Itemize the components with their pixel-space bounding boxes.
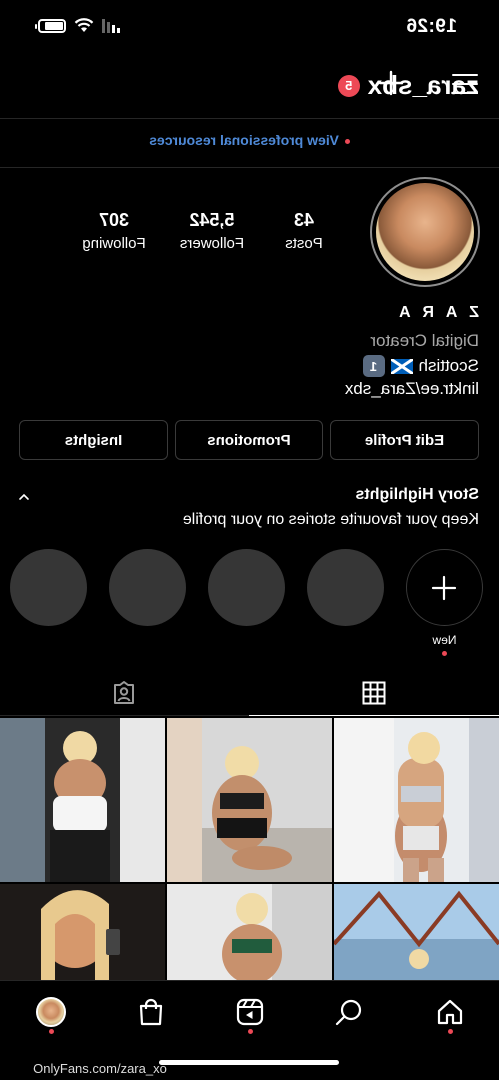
bio-name: Z A R A <box>395 304 479 321</box>
highlights-title: Story Highlights <box>355 486 479 503</box>
notification-dot <box>448 1029 453 1034</box>
search-button[interactable] <box>332 995 366 1029</box>
new-highlight-label: New <box>432 633 457 647</box>
post-thumbnail[interactable] <box>334 884 499 980</box>
stat-posts[interactable]: 43 Posts <box>274 210 334 252</box>
highlight-placeholder <box>307 549 384 626</box>
professional-resources-link[interactable]: View professional resources <box>0 132 499 148</box>
status-time: 19:26 <box>405 16 457 37</box>
bio-text: Scottish <box>418 356 479 375</box>
stat-following[interactable]: 307 Following <box>69 210 159 252</box>
signal-icon <box>102 18 120 33</box>
highlight-placeholder <box>109 549 186 626</box>
bio-line: Scottish 1 <box>362 355 479 377</box>
new-dot <box>442 651 447 656</box>
reels-icon <box>236 998 264 1026</box>
post-thumbnail[interactable] <box>0 718 165 882</box>
divider <box>0 118 499 119</box>
tab-grid[interactable] <box>249 670 499 716</box>
highlights-subtitle: Keep your favourite stories on your prof… <box>182 511 479 528</box>
profile-tab-button[interactable] <box>34 995 68 1029</box>
plus-icon <box>432 575 457 600</box>
shop-button[interactable] <box>134 995 168 1029</box>
highlight-placeholder <box>208 549 285 626</box>
divider <box>0 167 499 168</box>
professional-resources-text: View professional resources <box>149 132 339 148</box>
watermark-text: OnlyFans.com/zara_xo <box>33 1061 167 1076</box>
edit-profile-button[interactable]: Edit Profile <box>330 420 479 460</box>
new-dot <box>344 138 350 144</box>
stat-label: Followers <box>179 235 245 252</box>
post-thumbnail[interactable] <box>0 884 165 980</box>
profile-screen: 19:26 zara_sbx 5 View professional resou… <box>0 0 499 1080</box>
profile-avatar[interactable] <box>370 177 480 287</box>
reels-button[interactable] <box>233 995 267 1029</box>
battery-icon <box>38 18 66 33</box>
status-icons <box>38 18 120 33</box>
wifi-icon <box>74 18 94 32</box>
tagged-icon <box>114 680 135 704</box>
bio-link[interactable]: linktr.ee/Zara_sbx <box>345 379 479 399</box>
promotions-button[interactable]: Promotions <box>175 420 323 460</box>
stat-value: 43 <box>293 210 315 230</box>
highlight-placeholder <box>10 549 87 626</box>
notification-dot <box>49 1029 54 1034</box>
post-thumbnail[interactable] <box>167 718 332 882</box>
bio-category: Digital Creator <box>370 331 479 350</box>
create-post-icon[interactable] <box>378 70 404 96</box>
keycap-emoji: 1 <box>362 355 385 377</box>
post-thumbnail[interactable] <box>167 884 332 980</box>
shop-icon <box>139 998 163 1026</box>
menu-icon[interactable] <box>452 74 478 95</box>
home-button[interactable] <box>433 995 467 1029</box>
stat-value: 5,542 <box>189 210 235 230</box>
notification-badge: 5 <box>337 74 360 97</box>
search-icon <box>335 999 362 1026</box>
notification-dot <box>248 1029 253 1034</box>
stat-label: Following <box>82 235 146 252</box>
stat-value: 307 <box>98 210 130 230</box>
scotland-flag-icon <box>390 358 413 374</box>
stat-followers[interactable]: 5,542 Followers <box>167 210 257 252</box>
chevron-up-icon[interactable] <box>18 491 30 503</box>
avatar-image <box>376 183 474 281</box>
insights-button[interactable]: Insights <box>19 420 168 460</box>
post-thumbnail[interactable] <box>334 718 499 882</box>
new-highlight-button[interactable] <box>406 549 483 626</box>
tab-tagged[interactable] <box>0 670 249 716</box>
bottom-nav <box>0 980 499 1050</box>
stat-label: Posts <box>285 235 323 252</box>
profile-avatar-icon <box>36 997 66 1027</box>
home-icon <box>437 999 463 1025</box>
grid-icon <box>362 681 386 704</box>
